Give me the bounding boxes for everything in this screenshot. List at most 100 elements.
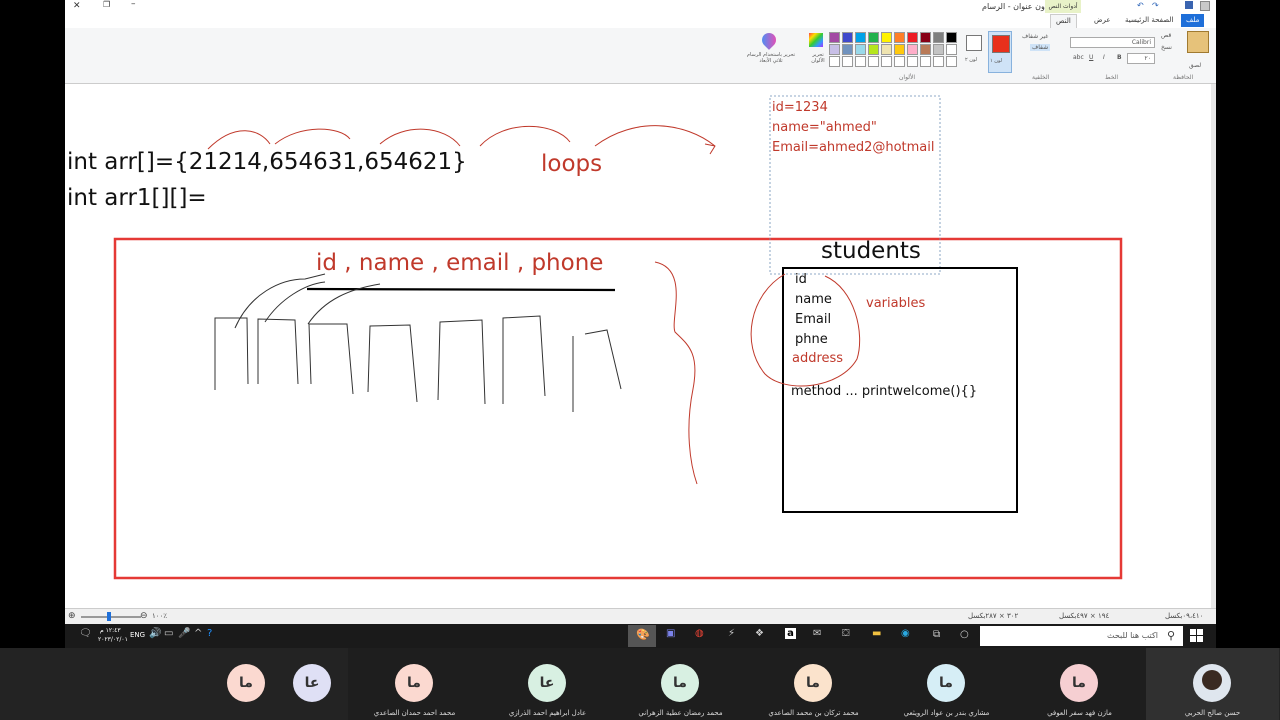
color1-button[interactable]: لون ١ xyxy=(988,31,1012,73)
palette-swatch[interactable] xyxy=(868,32,879,43)
participant-tile[interactable]: ما محمد احمد حمدان الصاعدي xyxy=(348,648,481,720)
palette-swatch[interactable] xyxy=(894,32,905,43)
minimize-window-button[interactable]: – xyxy=(131,0,136,9)
edit-colors-icon[interactable] xyxy=(809,33,823,47)
vertical-scrollbar[interactable] xyxy=(1211,84,1216,608)
tab-home[interactable]: الصفحة الرئيسية xyxy=(1120,14,1178,27)
save-icon[interactable] xyxy=(1185,1,1193,9)
palette-swatch[interactable] xyxy=(907,32,918,43)
palette-swatch[interactable] xyxy=(933,44,944,55)
participant-tile[interactable]: ما مشاري بندر بن عواد الرويثعي xyxy=(880,648,1013,720)
redo-icon[interactable]: ↷ xyxy=(1152,1,1159,10)
font-size-select[interactable]: ٢٠ xyxy=(1127,53,1155,64)
paint-3d-icon[interactable] xyxy=(759,30,779,50)
palette-swatch[interactable] xyxy=(946,44,957,55)
teams-icon[interactable]: ▣ xyxy=(666,628,675,639)
amazon-icon[interactable]: a xyxy=(785,628,796,639)
drawing-canvas[interactable]: int arr[]={21214,654631,654621} int arr1… xyxy=(65,84,1216,608)
show-hidden-icons[interactable]: ^ xyxy=(194,628,202,639)
opaque-option[interactable]: غير شفاف xyxy=(1022,33,1048,40)
participant-tile[interactable]: ما محمد رمضان عطية الزهراني xyxy=(614,648,747,720)
start-button[interactable] xyxy=(1190,629,1204,643)
custom-color-slot[interactable] xyxy=(855,56,866,67)
custom-color-slot[interactable] xyxy=(868,56,879,67)
copy-button[interactable]: نسخ xyxy=(1161,44,1172,51)
participant-tile[interactable]: حسن صالح الحربي xyxy=(1146,648,1279,720)
chrome-icon[interactable]: ◍ xyxy=(695,628,704,639)
palette-swatch[interactable] xyxy=(920,32,931,43)
image-size: ٣٠٢ × ٢٨٧بكسل xyxy=(968,612,1019,620)
cortana-icon[interactable]: ○ xyxy=(960,629,969,640)
code-line-2: int arr1[][]= xyxy=(67,185,207,211)
zoom-in-icon[interactable]: ⊕ xyxy=(68,611,76,621)
dropbox-icon[interactable]: ❖ xyxy=(755,628,764,639)
clock-date[interactable]: ٢٠٢٣/٠٢/٠١ xyxy=(98,636,128,643)
task-view-icon[interactable]: ⧉ xyxy=(933,629,940,640)
color2-swatch xyxy=(966,35,982,51)
palette-swatch[interactable] xyxy=(946,32,957,43)
participant-tile[interactable]: ما مازن فهد سفر العوفي xyxy=(1013,648,1146,720)
file-explorer-icon[interactable]: ▬ xyxy=(872,628,881,639)
tab-view[interactable]: عرض xyxy=(1089,14,1116,27)
palette-swatch[interactable] xyxy=(829,44,840,55)
search-box[interactable]: ⚲ اكتب هنا للبحث xyxy=(980,626,1183,646)
cut-button[interactable]: قص xyxy=(1161,32,1171,39)
custom-color-slot[interactable] xyxy=(829,56,840,67)
paste-icon[interactable] xyxy=(1187,31,1209,53)
zoom-slider-thumb[interactable] xyxy=(107,612,111,621)
participant-tile[interactable]: ما محمد تركان بن محمد الصاعدي xyxy=(747,648,880,720)
color2-button[interactable]: لون ٢ xyxy=(964,33,984,71)
strikethrough-button[interactable]: abc xyxy=(1073,54,1084,61)
custom-color-slot[interactable] xyxy=(881,56,892,67)
mail-icon[interactable]: ✉ xyxy=(813,628,821,639)
transparent-option[interactable]: شفاف xyxy=(1030,44,1051,51)
notifications-icon[interactable]: 🗨 xyxy=(79,628,92,639)
custom-color-slot[interactable] xyxy=(907,56,918,67)
power-automate-icon[interactable]: ⚡ xyxy=(728,628,735,639)
palette-swatch[interactable] xyxy=(881,32,892,43)
network-icon[interactable]: ▭ xyxy=(164,628,173,639)
tab-file[interactable]: ملف xyxy=(1181,14,1205,27)
custom-color-slot[interactable] xyxy=(946,56,957,67)
palette-swatch[interactable] xyxy=(855,44,866,55)
custom-color-slot[interactable] xyxy=(920,56,931,67)
participant-name: مشاري بندر بن عواد الرويثعي xyxy=(903,709,990,717)
zoom-slider[interactable] xyxy=(81,612,141,621)
participant-tile[interactable]: عا عادل ابراهيم احمد الذرازي xyxy=(481,648,614,720)
palette-swatch[interactable] xyxy=(920,44,931,55)
palette-swatch[interactable] xyxy=(881,44,892,55)
participant-tile[interactable]: ما xyxy=(180,648,265,720)
restore-window-button[interactable]: ❐ xyxy=(103,0,110,9)
language-indicator[interactable]: ENG xyxy=(130,631,145,639)
palette-swatch[interactable] xyxy=(894,44,905,55)
custom-color-slot[interactable] xyxy=(842,56,853,67)
zoom-out-icon[interactable]: ⊖ xyxy=(140,611,148,621)
store-icon[interactable]: ⛋ xyxy=(842,628,850,639)
paint-taskbar-button[interactable]: 🎨 xyxy=(628,625,656,647)
edge-icon[interactable]: ◉ xyxy=(901,628,910,639)
paste-button[interactable]: لصق xyxy=(1189,62,1201,69)
close-window-button[interactable]: ✕ xyxy=(73,1,81,11)
palette-swatch[interactable] xyxy=(842,44,853,55)
microphone-icon[interactable]: 🎤 xyxy=(178,628,190,639)
font-name-select[interactable]: Calibri xyxy=(1070,37,1155,48)
undo-icon[interactable]: ↶ xyxy=(1137,1,1144,10)
edit-colors-button[interactable]: تحرير الألوان xyxy=(807,52,829,64)
volume-icon[interactable]: 🔊 xyxy=(149,628,161,639)
palette-swatch[interactable] xyxy=(842,32,853,43)
clock-time[interactable]: ١٢:٤٣ م xyxy=(100,627,121,634)
custom-color-slot[interactable] xyxy=(894,56,905,67)
participant-name: محمد تركان بن محمد الصاعدي xyxy=(768,709,859,717)
underline-button[interactable]: U xyxy=(1089,54,1093,61)
palette-swatch[interactable] xyxy=(829,32,840,43)
help-tray-icon[interactable]: ? xyxy=(207,628,212,639)
palette-swatch[interactable] xyxy=(855,32,866,43)
bold-button[interactable]: B xyxy=(1117,54,1122,61)
tab-text[interactable]: النص xyxy=(1050,14,1077,28)
edit-with-paint3d-button[interactable]: تحرير باستخدام الرسام ثلاثي الأبعاد xyxy=(743,52,799,64)
palette-swatch[interactable] xyxy=(933,32,944,43)
palette-swatch[interactable] xyxy=(868,44,879,55)
palette-swatch[interactable] xyxy=(907,44,918,55)
italic-button[interactable]: I xyxy=(1103,54,1105,61)
custom-color-slot[interactable] xyxy=(933,56,944,67)
